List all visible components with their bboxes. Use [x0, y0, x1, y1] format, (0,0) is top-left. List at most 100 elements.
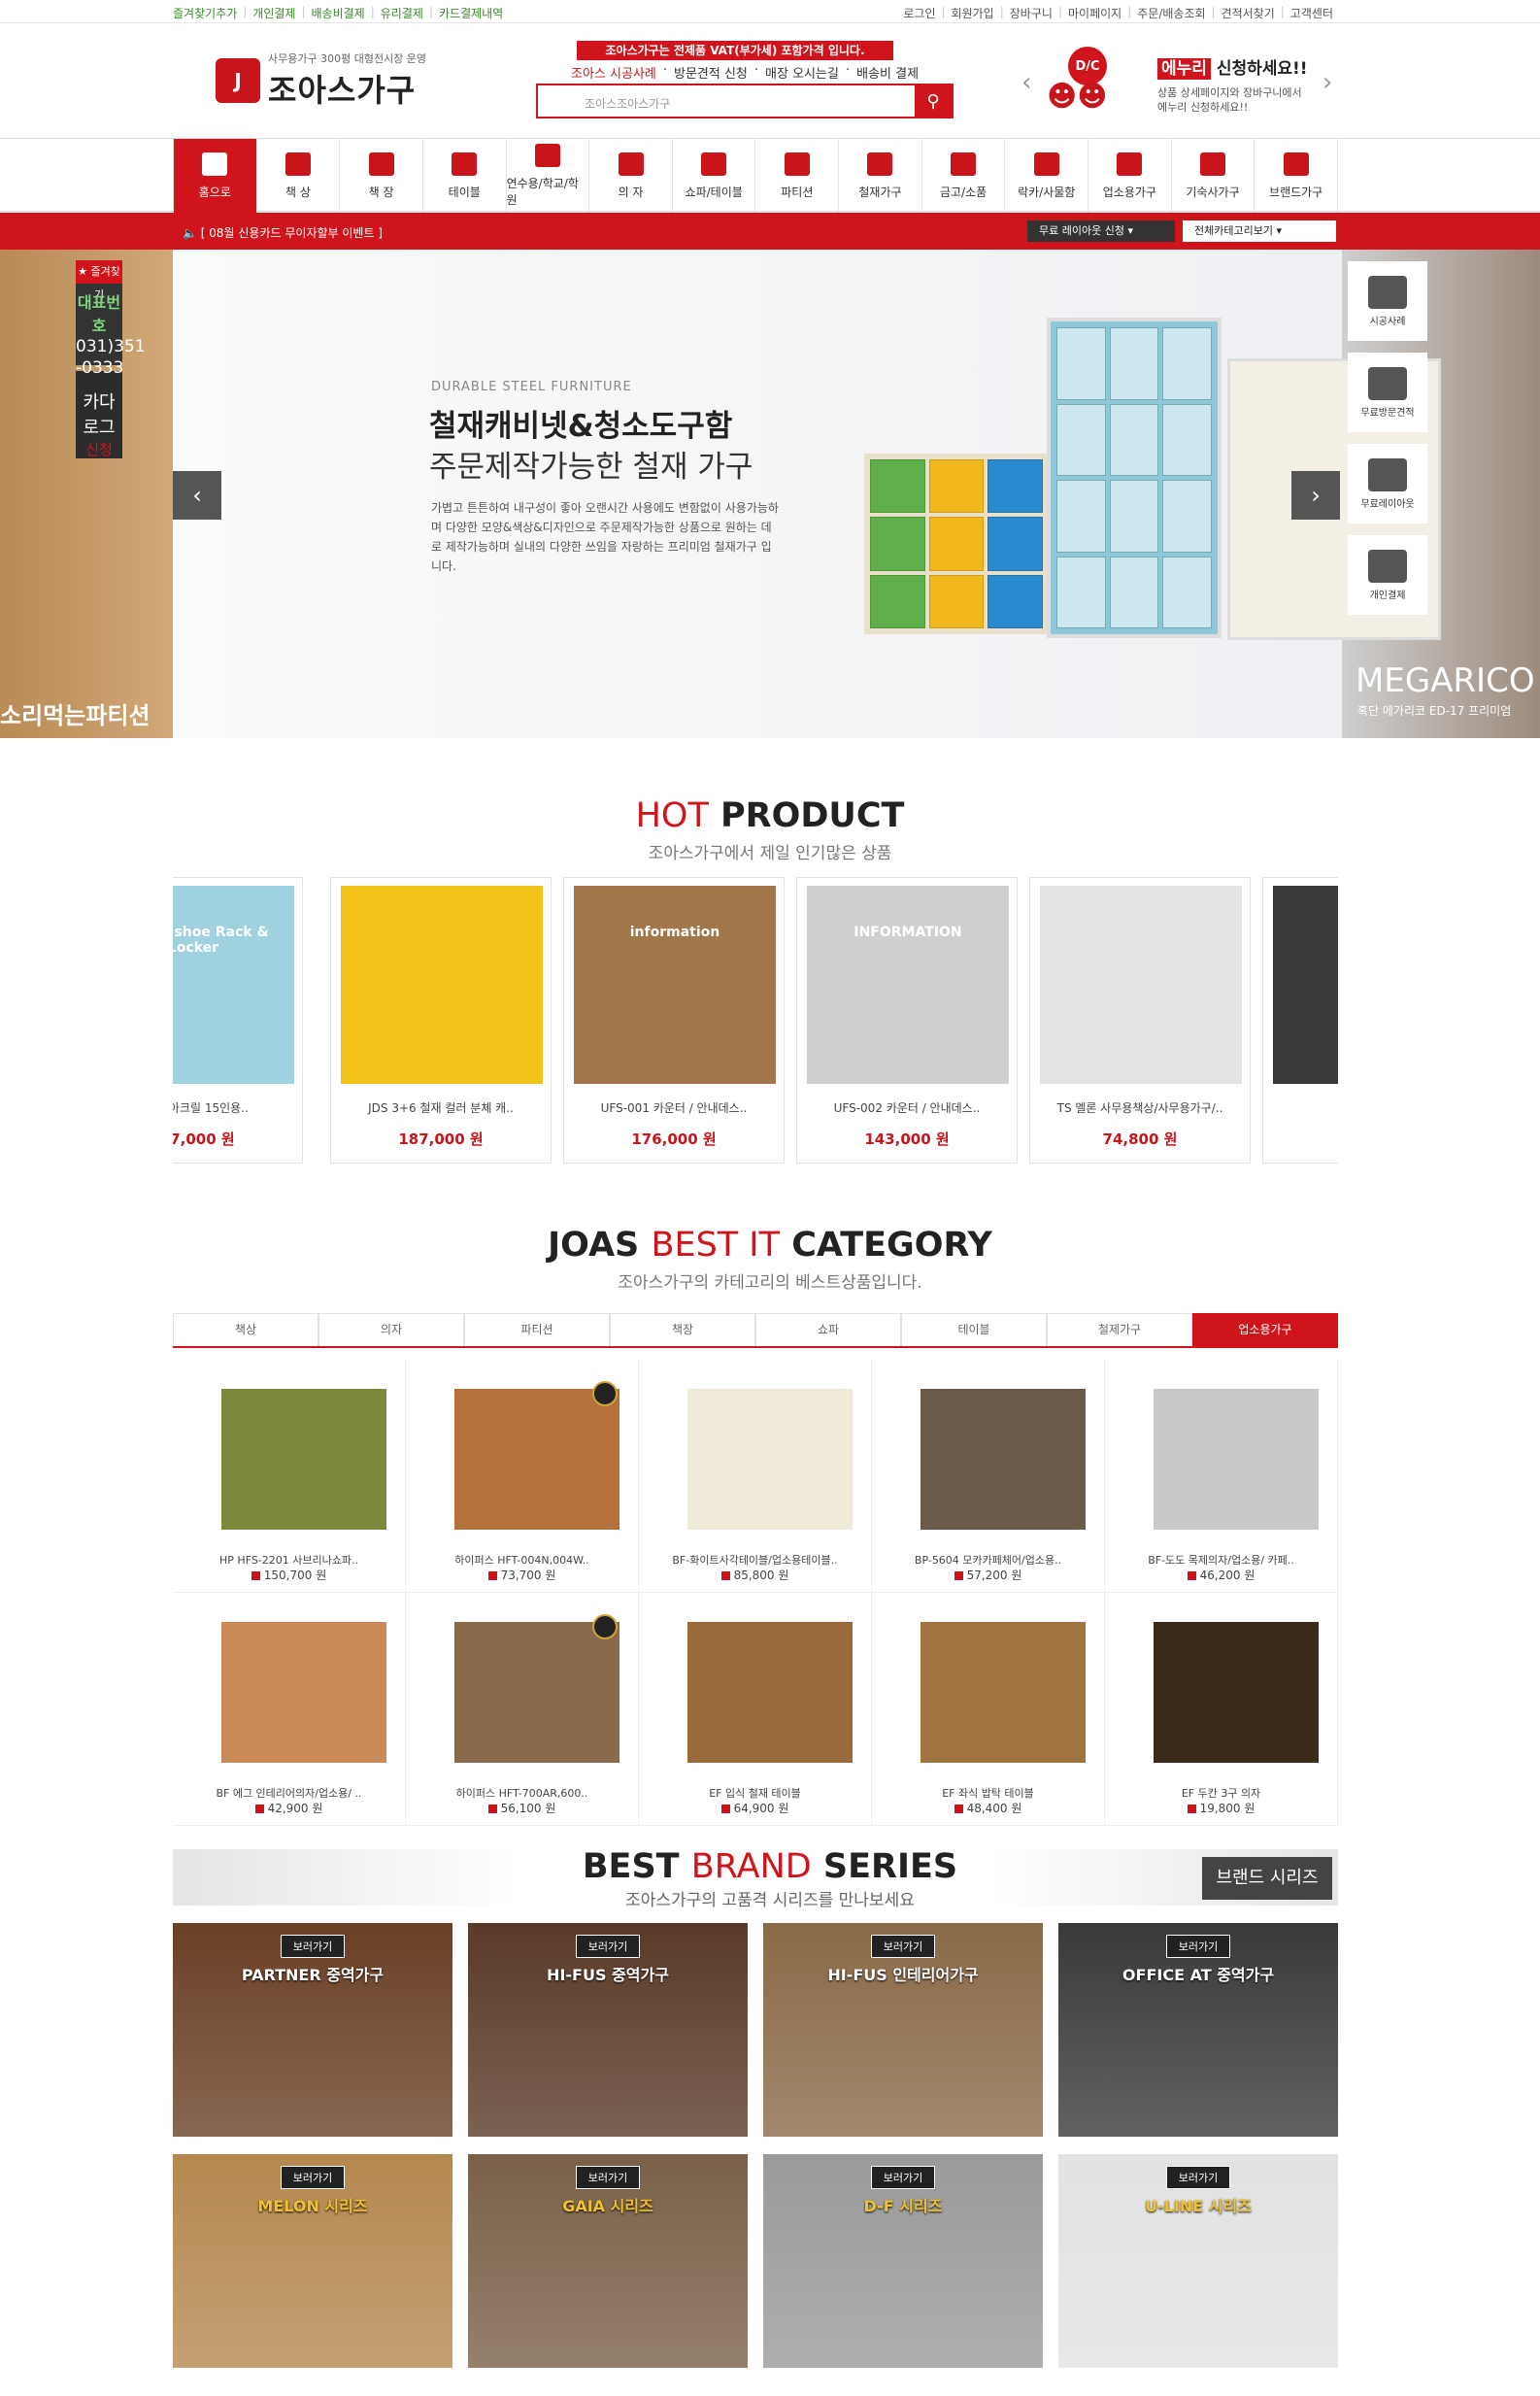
category-tab[interactable]: 책상	[173, 1313, 318, 1346]
product-price: 46,200 원	[1105, 1567, 1337, 1583]
nav-item-label: 기숙사가구	[1186, 185, 1240, 199]
category-tab[interactable]: 테이블	[901, 1313, 1047, 1346]
category-product[interactable]: BF 에그 인테리어의자/업소용/ .. 42,900 원	[173, 1593, 406, 1826]
category-product[interactable]: EF 입식 철재 테이블 64,900 원	[639, 1593, 872, 1826]
brand-card[interactable]: 보러가기 GAIA 시리즈	[468, 2154, 748, 2368]
event-notice[interactable]: 🔈 [ 08월 신용카드 무이자할부 이벤트 ]	[183, 224, 383, 241]
search-icon[interactable]: ⚲	[915, 85, 952, 117]
all-category-button[interactable]: 전체카테고리보기 ▾	[1183, 220, 1336, 242]
category-product[interactable]: BF-도도 목제의자/업소용/ 카페.. 46,200 원	[1105, 1360, 1338, 1593]
util-link[interactable]: 장바구니	[1010, 5, 1053, 21]
util-link[interactable]: 카드결제내역	[439, 5, 503, 21]
brand-card[interactable]: 보러가기 OFFICE AT 중역가구	[1058, 1923, 1338, 2137]
nav-item[interactable]: 업소용가구	[1088, 139, 1172, 213]
brand-card[interactable]: 보러가기 U-LINE 시리즈	[1058, 2154, 1338, 2368]
search-box[interactable]: 조아스조아스가구 ⚲	[536, 84, 954, 118]
separator: |	[1127, 5, 1132, 18]
category-product[interactable]: HP HFS-2201 사브리나쇼파.. 150,700 원	[173, 1360, 406, 1593]
util-link[interactable]: 견적서찾기	[1222, 5, 1275, 21]
util-link[interactable]: 로그인	[903, 5, 935, 21]
category-tab[interactable]: 파티션	[464, 1313, 610, 1346]
nav-item[interactable]: 락카/사물함	[1005, 139, 1089, 213]
product-card[interactable]: JDS 3+6 철재 컬러 분체 캐.. 187,000 원	[330, 877, 552, 1164]
chevron-right-icon[interactable]: ›	[1322, 68, 1332, 97]
catalog-request-button[interactable]: 카다로그 신청	[76, 371, 122, 458]
right-quick-item[interactable]: 시공사례	[1348, 261, 1427, 341]
brand-card[interactable]: 보러가기 PARTNER 중역가구	[173, 1923, 452, 2137]
category-product[interactable]: EF 좌식 밥탁 테이블 48,400 원	[872, 1593, 1105, 1826]
util-link[interactable]: 마이페이지	[1068, 5, 1122, 21]
header-link[interactable]: 매장 오시는길	[765, 63, 839, 82]
category-tab[interactable]: 책장	[610, 1313, 755, 1346]
product-card[interactable]: QC 젠틀맨	[1262, 877, 1338, 1164]
search-input[interactable]: 조아스조아스가구	[538, 85, 915, 117]
product-card[interactable]: INFORMATION UFS-002 카운터 / 안내데스.. 143,000 원	[796, 877, 1018, 1164]
category-product[interactable]: 하이퍼스 HFT-700AR,600.. 56,100 원	[406, 1593, 639, 1826]
category-tab[interactable]: 업소용가구	[1192, 1313, 1338, 1346]
util-link[interactable]: 회원가입	[952, 5, 994, 21]
category-tab[interactable]: 쇼파	[755, 1313, 901, 1346]
product-card[interactable]: COLOR shoe Rack & Locker | 철재 아크릴 15인용.. 5…	[173, 877, 303, 1164]
view-button[interactable]: 보러가기	[575, 1935, 641, 1958]
view-button[interactable]: 보러가기	[870, 2166, 936, 2189]
view-button[interactable]: 보러가기	[1165, 2166, 1231, 2189]
nav-item[interactable]: 테이블	[423, 139, 507, 213]
util-link[interactable]: 고객센터	[1290, 5, 1333, 21]
brand-card[interactable]: 보러가기 MELON 시리즈	[173, 2154, 452, 2368]
category-product[interactable]: BP-5604 모카카페체어/업소용.. 57,200 원	[872, 1360, 1105, 1593]
nav-item[interactable]: 연수용/학교/학원	[507, 139, 590, 213]
category-product[interactable]: BF-화이트사각테이블/업소용테이블.. 85,800 원	[639, 1360, 872, 1593]
view-button[interactable]: 보러가기	[575, 2166, 641, 2189]
view-button[interactable]: 보러가기	[1165, 1935, 1231, 1958]
right-quick-item[interactable]: 무료레이아웃	[1348, 444, 1427, 523]
nav-item[interactable]: 기숙사가구	[1172, 139, 1255, 213]
right-quick-item[interactable]: 개인결제	[1348, 535, 1427, 615]
header-link[interactable]: 방문견적 신청	[674, 63, 748, 82]
product-card[interactable]: information UFS-001 카운터 / 안내데스.. 176,000 원	[563, 877, 785, 1164]
product-card[interactable]: TS 멜론 사무용책상/사무용가구/.. 74,800 원	[1029, 877, 1251, 1164]
category-product[interactable]: EF 두칸 3구 의자 19,800 원	[1105, 1593, 1338, 1826]
brand-card[interactable]: 보러가기 HI-FUS 중역가구	[468, 1923, 748, 2137]
site-logo[interactable]: J 사무용가구 300평 대형전시장 운영 조아스가구	[216, 51, 426, 111]
hero-next-button[interactable]: ›	[1291, 471, 1340, 520]
brand-subtitle: 조아스가구의 고품격 시리즈를 만나보세요	[625, 1891, 915, 1910]
cabinet-image	[1047, 318, 1222, 638]
brand-card[interactable]: 보러가기 HI-FUS 인테리어가구	[763, 1923, 1043, 2137]
product-price: 143,000 원	[864, 1131, 950, 1148]
brand-label: 보러가기 HI-FUS 인테리어가구	[763, 1935, 1043, 1985]
hero-main-slide[interactable]: DURABLE STEEL FURNITURE 철재캐비넷&청소도구함 주문제작…	[173, 250, 1441, 738]
nav-item[interactable]: 홈으로	[173, 139, 257, 213]
right-quick-item[interactable]: 무료방문견적	[1348, 353, 1427, 432]
nav-item[interactable]: 의 자	[589, 139, 673, 213]
free-layout-button[interactable]: 무료 레이아웃 신청 ▾	[1027, 220, 1175, 242]
view-button[interactable]: 보러가기	[280, 2166, 346, 2189]
chevron-left-icon[interactable]: ‹	[1021, 68, 1031, 97]
nav-item[interactable]: 책 상	[257, 139, 341, 213]
nav-item[interactable]: 파티션	[755, 139, 840, 213]
bookmark-button[interactable]: ★ 즐겨찾기	[76, 260, 122, 301]
hero-prev-button[interactable]: ‹	[173, 471, 221, 520]
header-link[interactable]: 조아스 시공사례	[571, 63, 656, 82]
discount-promo[interactable]: ‹ D/C ☻☻ 에누리 신청하세요!! 상품 상세페이지와 장바구니에서 에누…	[1021, 45, 1342, 122]
util-link[interactable]: 즐겨찾기추가	[173, 5, 237, 21]
header-link[interactable]: 배송비 결제	[856, 63, 919, 82]
product-price: 74,800 원	[1102, 1131, 1178, 1148]
nav-item[interactable]: 금고/소품	[922, 139, 1006, 213]
nav-item[interactable]: 브랜드가구	[1255, 139, 1338, 213]
view-button[interactable]: 보러가기	[280, 1935, 346, 1958]
phone-number-1: 031)351	[76, 337, 146, 356]
brand-card[interactable]: 보러가기 D-F 시리즈	[763, 2154, 1043, 2368]
right-quick-menu: 시공사례무료방문견적무료레이아웃개인결제	[1348, 261, 1427, 626]
util-link[interactable]: 개인결제	[252, 5, 295, 21]
nav-item[interactable]: 철재가구	[839, 139, 922, 213]
nav-item[interactable]: 책 장	[340, 139, 423, 213]
util-link[interactable]: 배송비결제	[312, 5, 365, 21]
util-link[interactable]: 유리결제	[381, 5, 423, 21]
nav-item[interactable]: 쇼파/테이블	[673, 139, 756, 213]
category-product[interactable]: 하이퍼스 HFT-004N,004W.. 73,700 원	[406, 1360, 639, 1593]
nav-item-icon	[368, 152, 394, 176]
category-tab[interactable]: 철제가구	[1047, 1313, 1192, 1346]
view-button[interactable]: 보러가기	[870, 1935, 936, 1958]
category-tab[interactable]: 의자	[318, 1313, 464, 1346]
util-link[interactable]: 주문/배송조회	[1137, 5, 1205, 21]
